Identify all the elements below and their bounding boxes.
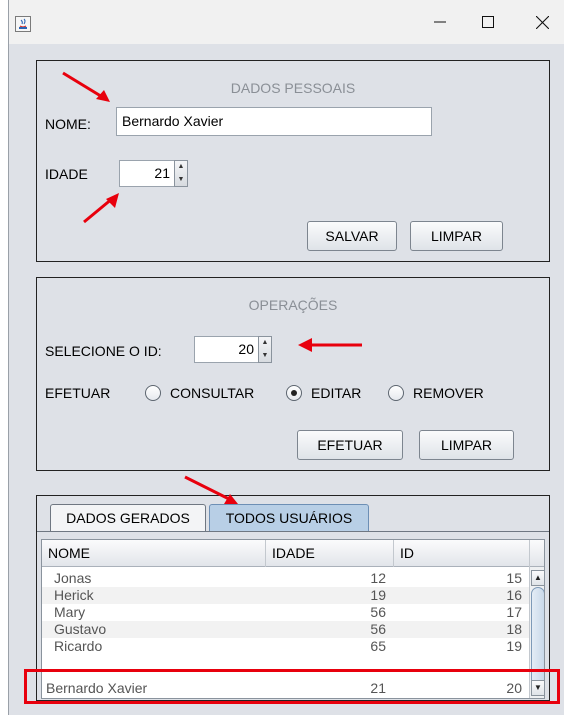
column-header-nome[interactable]: NOME xyxy=(42,540,266,567)
panel-title: OPERAÇÕES xyxy=(248,297,338,313)
app-window: DADOS PESSOAIS NOME: Bernardo Xavier IDA… xyxy=(8,0,564,715)
scroll-up-icon[interactable]: ▲ xyxy=(531,570,544,586)
cell-id: 17 xyxy=(506,604,522,620)
nome-field[interactable]: Bernardo Xavier xyxy=(116,107,432,136)
salvar-button[interactable]: SALVAR xyxy=(307,221,397,251)
column-header-idade[interactable]: IDADE xyxy=(266,540,394,567)
radio-editar-label[interactable]: EDITAR xyxy=(311,385,361,401)
nome-label: NOME: xyxy=(45,116,91,132)
id-spinner[interactable]: 20 ▲ ▼ xyxy=(194,336,274,363)
id-label: SELECIONE O ID: xyxy=(45,343,162,359)
efetuar-label: EFETUAR xyxy=(45,385,111,401)
spinner-up-icon[interactable]: ▲ xyxy=(259,337,271,349)
cell-nome: Ricardo xyxy=(54,638,103,651)
cell-id: 18 xyxy=(506,621,522,637)
spinner-up-icon[interactable]: ▲ xyxy=(175,161,187,173)
cell-id: 15 xyxy=(506,570,522,586)
limpar-button[interactable]: LIMPAR xyxy=(410,221,503,251)
table-row[interactable]: Gustavo 56 18 xyxy=(42,621,544,638)
close-button[interactable] xyxy=(519,0,564,44)
minimize-button[interactable] xyxy=(417,0,463,44)
maximize-icon xyxy=(482,16,494,28)
cell-nome: Herick xyxy=(54,587,94,603)
radio-remover-label[interactable]: REMOVER xyxy=(413,385,484,401)
spinner-arrows[interactable]: ▲ ▼ xyxy=(258,336,272,363)
cell-nome: Jonas xyxy=(54,570,92,586)
cell-nome: Gustavo xyxy=(54,621,107,637)
annotation-highlight-box xyxy=(24,669,560,704)
radio-remover[interactable] xyxy=(388,385,404,401)
spinner-down-icon[interactable]: ▼ xyxy=(259,350,271,362)
idade-spinner[interactable]: 21 ▲ ▼ xyxy=(119,160,199,187)
cell-idade: 12 xyxy=(370,570,386,586)
column-header-id[interactable]: ID xyxy=(394,540,530,567)
annotation-arrow-icon xyxy=(298,338,362,352)
tab-strip-divider xyxy=(37,531,549,532)
idade-value[interactable]: 21 xyxy=(119,160,174,187)
annotation-arrow-icon xyxy=(184,475,238,504)
efetuar-button[interactable]: EFETUAR xyxy=(297,430,403,460)
radio-consultar[interactable] xyxy=(145,385,161,401)
table-row[interactable]: Ricardo 65 19 xyxy=(42,638,544,651)
java-icon[interactable] xyxy=(15,16,31,32)
cell-idade: 65 xyxy=(370,638,386,651)
cell-id: 16 xyxy=(506,587,522,603)
spinner-down-icon[interactable]: ▼ xyxy=(175,174,187,186)
table-row[interactable]: Herick 19 16 xyxy=(42,587,544,604)
annotation-arrow-icon xyxy=(62,71,110,102)
cell-nome: Mary xyxy=(54,604,86,620)
table-row[interactable]: Mary 56 17 xyxy=(42,604,544,621)
radio-editar[interactable] xyxy=(286,385,302,401)
annotation-arrow-icon xyxy=(83,193,119,224)
table-row[interactable]: Jonas 12 15 xyxy=(42,570,544,587)
maximize-button[interactable] xyxy=(465,0,511,44)
close-icon xyxy=(535,15,549,29)
minimize-icon xyxy=(434,21,446,23)
radio-consultar-label[interactable]: CONSULTAR xyxy=(170,385,254,401)
title-bar xyxy=(9,0,564,44)
cell-idade: 56 xyxy=(370,621,386,637)
id-value[interactable]: 20 xyxy=(194,336,258,363)
limpar-operacoes-button[interactable]: LIMPAR xyxy=(419,430,514,460)
cell-id: 19 xyxy=(506,638,522,651)
tab-dados-gerados[interactable]: DADOS GERADOS xyxy=(50,504,206,532)
cell-idade: 56 xyxy=(370,604,386,620)
operacoes-panel: OPERAÇÕES SELECIONE O ID: 20 ▲ ▼ EFETUAR… xyxy=(36,277,550,471)
idade-label: IDADE xyxy=(45,166,88,182)
spinner-arrows[interactable]: ▲ ▼ xyxy=(174,160,188,187)
table-header: NOME IDADE ID xyxy=(42,540,544,567)
tab-todos-usuarios[interactable]: TODOS USUÁRIOS xyxy=(209,504,369,532)
cell-idade: 19 xyxy=(370,587,386,603)
